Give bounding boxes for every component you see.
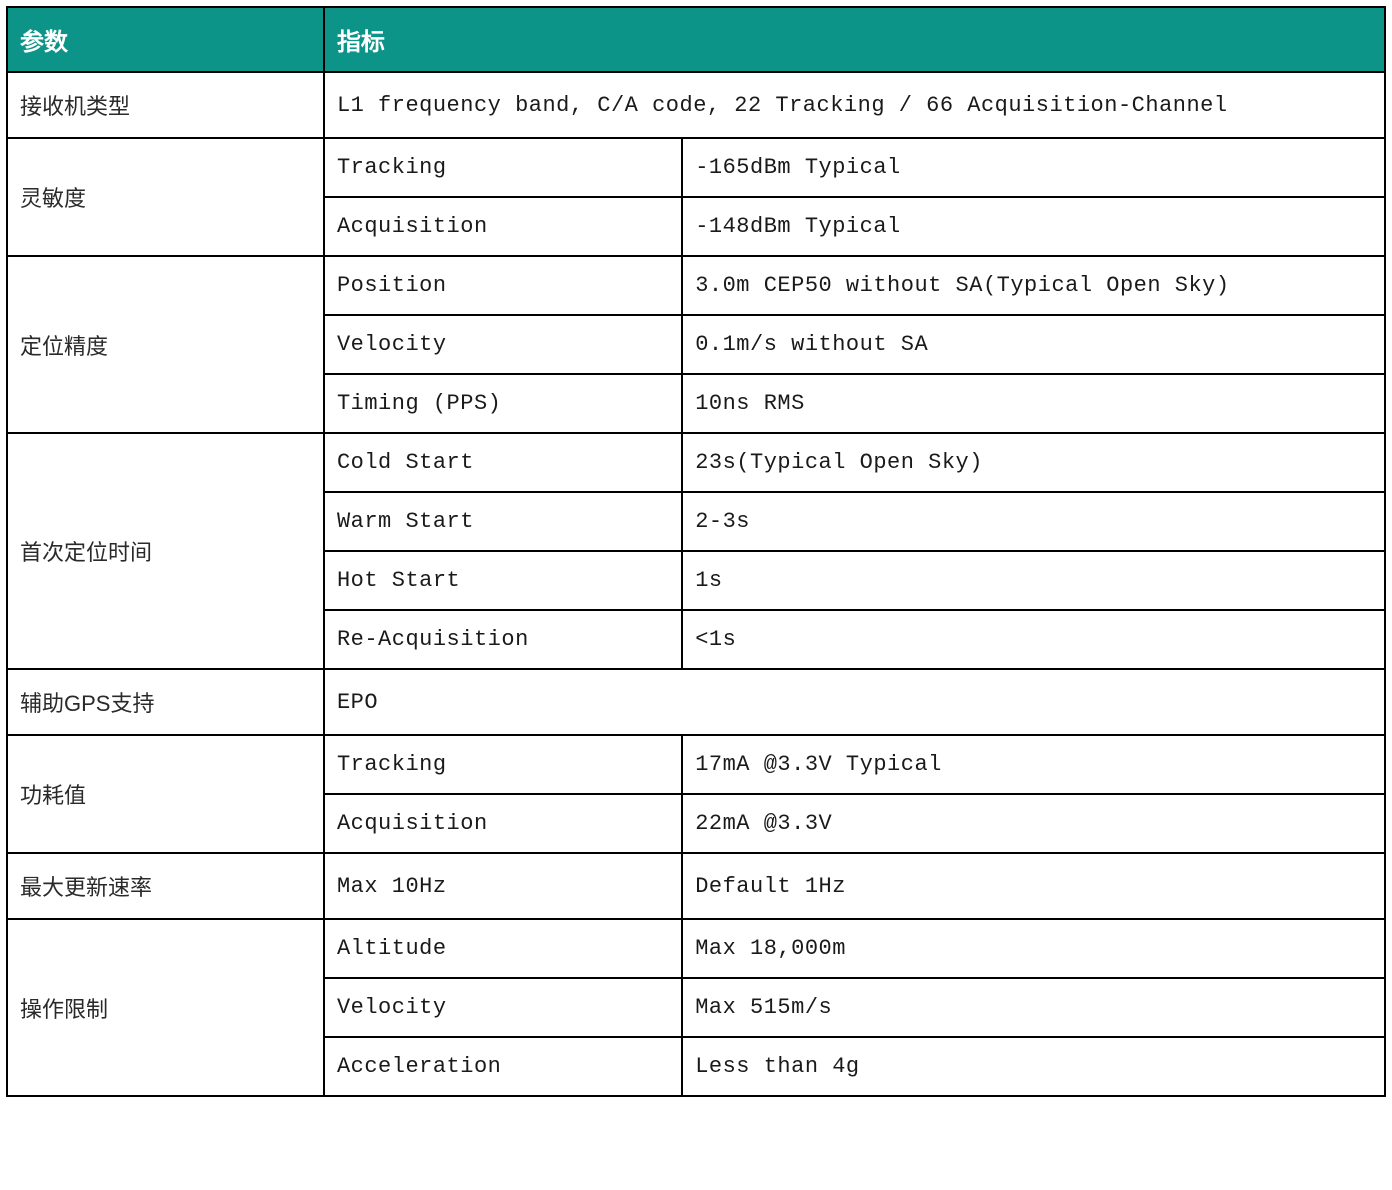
limits-altitude-value: Max 18,000m (682, 919, 1385, 978)
receiver-type-label: 接收机类型 (7, 72, 324, 138)
sensitivity-label: 灵敏度 (7, 138, 324, 256)
power-acquisition-label: Acquisition (324, 794, 682, 853)
accuracy-label: 定位精度 (7, 256, 324, 433)
sensitivity-tracking-label: Tracking (324, 138, 682, 197)
table-header-row: 参数 指标 (7, 7, 1385, 72)
agps-label: 辅助GPS支持 (7, 669, 324, 735)
limits-acceleration-value: Less than 4g (682, 1037, 1385, 1096)
power-tracking-value: 17mA @3.3V Typical (682, 735, 1385, 794)
accuracy-timing-value: 10ns RMS (682, 374, 1385, 433)
power-tracking-label: Tracking (324, 735, 682, 794)
accuracy-timing-label: Timing (PPS) (324, 374, 682, 433)
limits-velocity-label: Velocity (324, 978, 682, 1037)
sensitivity-tracking-value: -165dBm Typical (682, 138, 1385, 197)
receiver-type-value: L1 frequency band, C/A code, 22 Tracking… (324, 72, 1385, 138)
ttff-cold-value: 23s(Typical Open Sky) (682, 433, 1385, 492)
table-row: 最大更新速率 Max 10Hz Default 1Hz (7, 853, 1385, 919)
power-label: 功耗值 (7, 735, 324, 853)
table-row: 功耗值 Tracking 17mA @3.3V Typical (7, 735, 1385, 794)
table-row: 灵敏度 Tracking -165dBm Typical (7, 138, 1385, 197)
sensitivity-acquisition-label: Acquisition (324, 197, 682, 256)
limits-label: 操作限制 (7, 919, 324, 1096)
table-row: 操作限制 Altitude Max 18,000m (7, 919, 1385, 978)
table-row: 定位精度 Position 3.0m CEP50 without SA(Typi… (7, 256, 1385, 315)
header-param: 参数 (7, 7, 324, 72)
accuracy-position-value: 3.0m CEP50 without SA(Typical Open Sky) (682, 256, 1385, 315)
table-row: 接收机类型 L1 frequency band, C/A code, 22 Tr… (7, 72, 1385, 138)
limits-acceleration-label: Acceleration (324, 1037, 682, 1096)
limits-velocity-value: Max 515m/s (682, 978, 1385, 1037)
header-indicator: 指标 (324, 7, 1385, 72)
update-rate-max: Max 10Hz (324, 853, 682, 919)
ttff-label: 首次定位时间 (7, 433, 324, 669)
limits-altitude-label: Altitude (324, 919, 682, 978)
update-rate-default: Default 1Hz (682, 853, 1385, 919)
table-row: 辅助GPS支持 EPO (7, 669, 1385, 735)
ttff-hot-label: Hot Start (324, 551, 682, 610)
agps-value: EPO (324, 669, 1385, 735)
ttff-reacq-label: Re-Acquisition (324, 610, 682, 669)
accuracy-velocity-value: 0.1m/s without SA (682, 315, 1385, 374)
update-rate-label: 最大更新速率 (7, 853, 324, 919)
sensitivity-acquisition-value: -148dBm Typical (682, 197, 1385, 256)
spec-table: 参数 指标 接收机类型 L1 frequency band, C/A code,… (6, 6, 1386, 1097)
accuracy-position-label: Position (324, 256, 682, 315)
ttff-reacq-value: <1s (682, 610, 1385, 669)
ttff-warm-label: Warm Start (324, 492, 682, 551)
ttff-warm-value: 2-3s (682, 492, 1385, 551)
power-acquisition-value: 22mA @3.3V (682, 794, 1385, 853)
ttff-cold-label: Cold Start (324, 433, 682, 492)
accuracy-velocity-label: Velocity (324, 315, 682, 374)
ttff-hot-value: 1s (682, 551, 1385, 610)
table-row: 首次定位时间 Cold Start 23s(Typical Open Sky) (7, 433, 1385, 492)
